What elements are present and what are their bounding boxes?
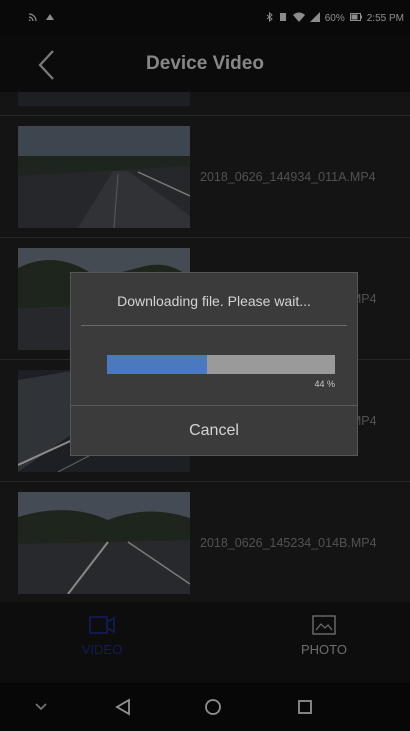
download-dialog: Downloading file. Please wait... 44 % Ca… <box>70 272 358 456</box>
progress-percent: 44 % <box>314 379 335 389</box>
progress-fill <box>107 355 208 374</box>
dialog-message: Downloading file. Please wait... <box>117 293 311 309</box>
dialog-divider <box>81 325 347 326</box>
cancel-button[interactable]: Cancel <box>71 405 357 455</box>
download-progress-bar <box>107 355 335 374</box>
